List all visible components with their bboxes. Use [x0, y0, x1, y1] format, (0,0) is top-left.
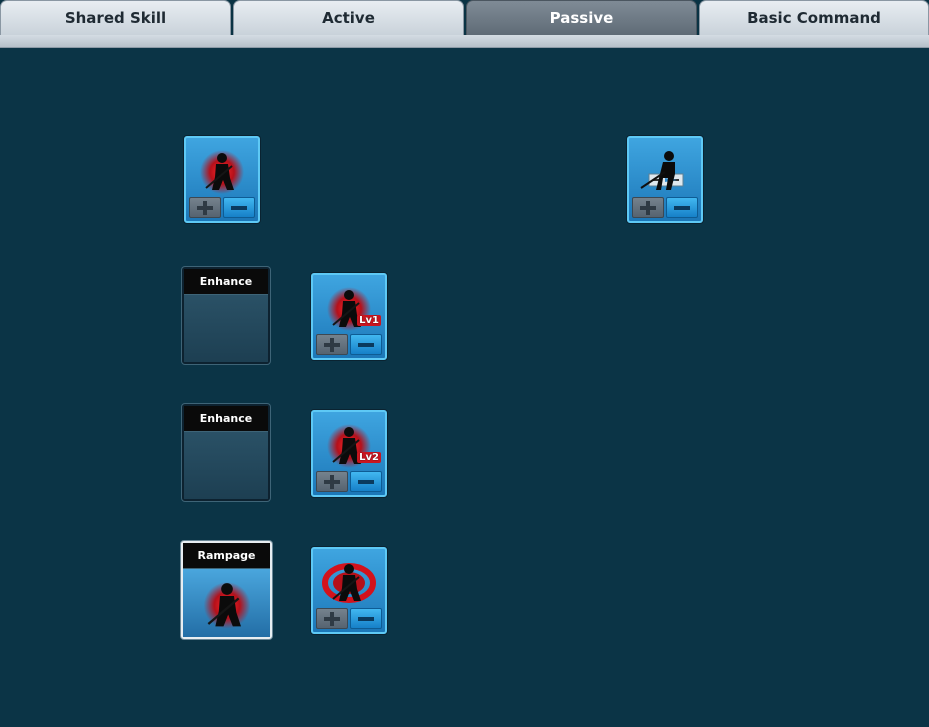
tab-passive[interactable]: Passive	[466, 0, 697, 35]
slot-label: Enhance	[184, 269, 268, 295]
tab-shared-skill[interactable]: Shared Skill	[0, 0, 231, 35]
remove-point-button[interactable]	[223, 197, 255, 218]
add-point-button[interactable]	[632, 197, 664, 218]
minus-icon	[674, 205, 690, 210]
tab-active[interactable]: Active	[233, 0, 464, 35]
remove-point-button[interactable]	[350, 334, 382, 355]
skill-card-red-vortex[interactable]	[311, 547, 387, 634]
tab-basic-command[interactable]: Basic Command	[699, 0, 929, 35]
skill-level-badge: Lv1	[357, 315, 381, 326]
skill-card-aura-lv2[interactable]: Lv2	[311, 410, 387, 497]
slot-label: Rampage	[183, 543, 270, 569]
skill-point-controls	[632, 197, 698, 219]
rampage-warrior-icon	[203, 582, 251, 629]
skill-point-controls	[316, 471, 382, 493]
empty-slot-body	[184, 295, 268, 362]
red-vortex-warrior-icon	[322, 563, 376, 603]
skill-point-controls	[316, 608, 382, 630]
plus-icon	[324, 611, 340, 626]
skill-card-dash-strike[interactable]	[627, 136, 703, 223]
tab-bar: Shared Skill Active Passive Basic Comman…	[0, 0, 929, 35]
plus-icon	[640, 200, 656, 215]
add-point-button[interactable]	[316, 471, 348, 492]
plus-icon	[324, 337, 340, 352]
add-point-button[interactable]	[316, 608, 348, 629]
minus-icon	[358, 479, 374, 484]
skill-point-controls	[316, 334, 382, 356]
minus-icon	[358, 616, 374, 621]
dark-aura-warrior-icon	[200, 150, 244, 194]
remove-point-button[interactable]	[666, 197, 698, 218]
skill-level-badge: Lv2	[357, 452, 381, 463]
plus-icon	[324, 474, 340, 489]
tab-underline-strip	[0, 35, 929, 48]
skill-point-controls	[189, 197, 255, 219]
plus-icon	[197, 200, 213, 215]
minus-icon	[358, 342, 374, 347]
dash-strike-icon	[640, 151, 684, 190]
enhance-slot[interactable]: Enhance	[182, 404, 270, 501]
skill-card-dark-aura[interactable]	[184, 136, 260, 223]
rampage-slot[interactable]: Rampage	[181, 541, 272, 639]
add-point-button[interactable]	[189, 197, 221, 218]
empty-slot-body	[184, 432, 268, 499]
rampage-slot-body	[183, 569, 270, 637]
remove-point-button[interactable]	[350, 608, 382, 629]
skill-tree-panel: Enhance Lv1 Enhance Lv2 Rampage	[0, 48, 929, 727]
minus-icon	[231, 205, 247, 210]
skill-card-aura-lv1[interactable]: Lv1	[311, 273, 387, 360]
enhance-slot[interactable]: Enhance	[182, 267, 270, 364]
add-point-button[interactable]	[316, 334, 348, 355]
remove-point-button[interactable]	[350, 471, 382, 492]
slot-label: Enhance	[184, 406, 268, 432]
